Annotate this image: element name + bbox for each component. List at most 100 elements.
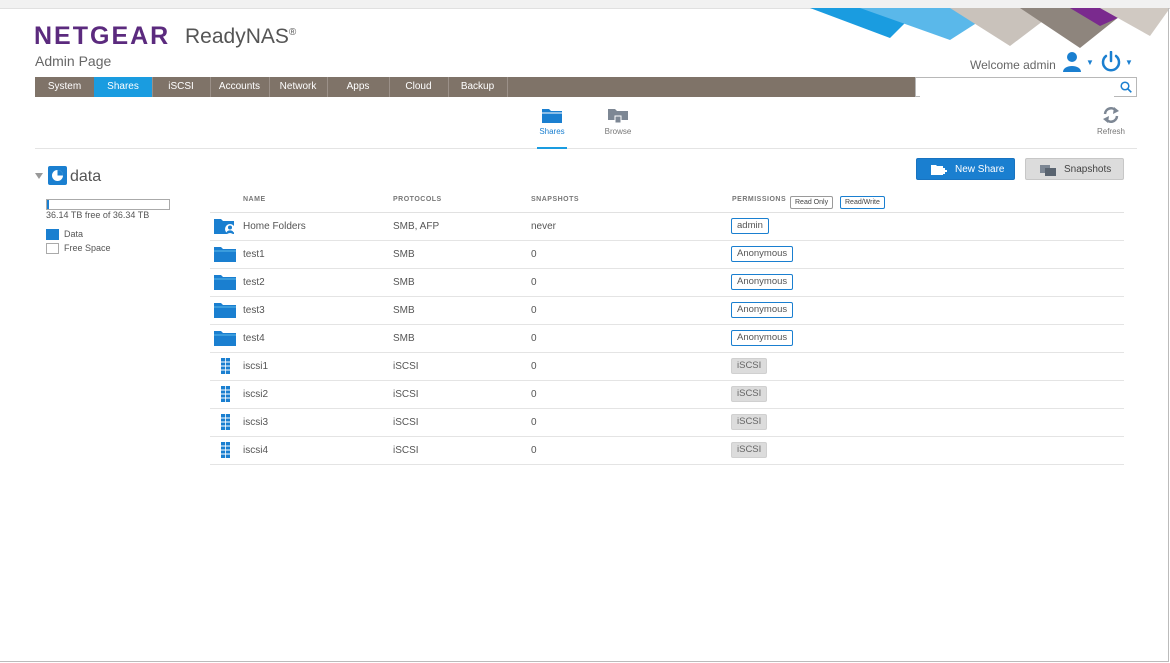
- netgear-logo: NETGEAR: [34, 22, 171, 50]
- iscsi-lun-icon: [214, 413, 236, 434]
- collapse-caret-icon[interactable]: [35, 173, 43, 179]
- new-share-icon: [931, 165, 947, 175]
- share-protocols: iSCSI: [393, 417, 419, 428]
- volume-usage-text: 36.14 TB free of 36.34 TB: [46, 210, 150, 220]
- legend-data-swatch: [46, 229, 59, 241]
- share-name: test4: [243, 333, 265, 344]
- new-share-button[interactable]: New Share: [916, 158, 1015, 180]
- main-nav: System Shares iSCSI Accounts Network App…: [35, 77, 915, 97]
- share-protocols: SMB: [393, 277, 415, 288]
- tab-apps[interactable]: Apps: [327, 77, 390, 97]
- view-toolbar: Shares Browse Refresh: [35, 98, 1137, 149]
- table-row[interactable]: iscsi1 iSCSI 0 iSCSI: [210, 353, 1124, 381]
- home-folder-icon: [214, 217, 236, 238]
- tab-cloud[interactable]: Cloud: [389, 77, 449, 97]
- welcome-text: Welcome admin: [970, 58, 1056, 72]
- share-name: iscsi4: [243, 445, 269, 456]
- table-row[interactable]: test4 SMB 0 Anonymous: [210, 325, 1124, 353]
- shares-table: NAME PROTOCOLS SNAPSHOTS PERMISSIONS Rea…: [210, 190, 1124, 465]
- table-row[interactable]: iscsi4 iSCSI 0 iSCSI: [210, 437, 1124, 465]
- snapshots-button[interactable]: Snapshots: [1025, 158, 1124, 180]
- share-snapshots: 0: [531, 445, 537, 456]
- share-name: iscsi3: [243, 417, 269, 428]
- permission-badge: iSCSI: [731, 414, 768, 430]
- share-snapshots: 0: [531, 277, 537, 288]
- share-protocols: iSCSI: [393, 361, 419, 372]
- col-snapshots[interactable]: SNAPSHOTS: [531, 196, 579, 203]
- permission-badge: iSCSI: [731, 358, 768, 374]
- share-snapshots: 0: [531, 389, 537, 400]
- share-name: test3: [243, 305, 265, 316]
- tab-network[interactable]: Network: [269, 77, 328, 97]
- search-icon[interactable]: [1120, 81, 1132, 93]
- browse-view-label: Browse: [604, 127, 632, 136]
- iscsi-lun-icon: [214, 441, 236, 462]
- permission-badge[interactable]: Anonymous: [731, 330, 794, 346]
- share-snapshots: 0: [531, 333, 537, 344]
- share-snapshots: 0: [531, 417, 537, 428]
- share-name: Home Folders: [243, 221, 306, 232]
- iscsi-lun-icon: [214, 385, 236, 406]
- refresh-icon: [1103, 107, 1119, 123]
- share-snapshots: 0: [531, 305, 537, 316]
- shares-view-button[interactable]: Shares: [527, 106, 577, 149]
- tab-iscsi[interactable]: iSCSI: [152, 77, 211, 97]
- refresh-button[interactable]: Refresh: [1086, 106, 1136, 136]
- user-icon[interactable]: [1062, 51, 1084, 73]
- col-protocols[interactable]: PROTOCOLS: [393, 196, 442, 203]
- snapshots-icon: [1040, 165, 1056, 176]
- table-row[interactable]: test3 SMB 0 Anonymous: [210, 297, 1124, 325]
- permission-badge[interactable]: admin: [731, 218, 769, 234]
- share-name: test1: [243, 249, 265, 260]
- shares-view-label: Shares: [539, 127, 565, 136]
- refresh-label: Refresh: [1096, 127, 1125, 136]
- iscsi-lun-icon: [214, 357, 236, 378]
- permission-badge[interactable]: Anonymous: [731, 302, 794, 318]
- tab-shares[interactable]: Shares: [94, 77, 153, 97]
- table-row[interactable]: test1 SMB 0 Anonymous: [210, 241, 1124, 269]
- folder-icon: [214, 273, 236, 294]
- search-input[interactable]: [920, 79, 1114, 98]
- share-snapshots: never: [531, 221, 557, 232]
- product-name: ReadyNAS®: [185, 25, 297, 48]
- table-body: Home Folders SMB, AFP never admin test1 SMB 0 A…: [210, 213, 1124, 465]
- legend-free-space: Free Space: [46, 243, 111, 255]
- legend-free-swatch: [46, 243, 59, 255]
- volume-usage-bar: [46, 199, 170, 210]
- permission-badge: iSCSI: [731, 442, 768, 458]
- header-banner-graphic: [810, 8, 1170, 48]
- read-write-button[interactable]: Read/Write: [840, 196, 885, 209]
- user-menu-caret-icon[interactable]: ▼: [1086, 58, 1094, 67]
- legend-data: Data: [46, 229, 83, 241]
- volume-name: data: [70, 168, 102, 185]
- power-icon[interactable]: [1100, 51, 1122, 73]
- share-name: iscsi2: [243, 389, 269, 400]
- share-protocols: SMB: [393, 249, 415, 260]
- browse-view-icon: [608, 109, 628, 124]
- share-name: iscsi1: [243, 361, 269, 372]
- share-protocols: SMB, AFP: [393, 221, 440, 232]
- table-row[interactable]: iscsi3 iSCSI 0 iSCSI: [210, 409, 1124, 437]
- permission-badge: iSCSI: [731, 386, 768, 402]
- power-menu-caret-icon[interactable]: ▼: [1125, 58, 1133, 67]
- share-name: test2: [243, 277, 265, 288]
- table-row[interactable]: Home Folders SMB, AFP never admin: [210, 213, 1124, 241]
- share-protocols: iSCSI: [393, 445, 419, 456]
- tab-system[interactable]: System: [35, 77, 95, 97]
- table-row[interactable]: iscsi2 iSCSI 0 iSCSI: [210, 381, 1124, 409]
- search-box: [915, 77, 1137, 98]
- table-header: NAME PROTOCOLS SNAPSHOTS PERMISSIONS Rea…: [210, 190, 1124, 213]
- table-row[interactable]: test2 SMB 0 Anonymous: [210, 269, 1124, 297]
- page-label: Admin Page: [35, 53, 112, 69]
- folder-icon: [214, 329, 236, 350]
- tab-accounts[interactable]: Accounts: [210, 77, 270, 97]
- read-only-button[interactable]: Read Only: [790, 196, 834, 209]
- shares-view-icon: [542, 109, 562, 123]
- browse-view-button[interactable]: Browse: [593, 106, 643, 136]
- col-permissions: PERMISSIONS: [732, 196, 787, 203]
- tab-backup[interactable]: Backup: [448, 77, 508, 97]
- permission-badge[interactable]: Anonymous: [731, 246, 794, 262]
- col-name[interactable]: NAME: [243, 196, 266, 203]
- permission-badge[interactable]: Anonymous: [731, 274, 794, 290]
- active-view-indicator: [537, 147, 567, 149]
